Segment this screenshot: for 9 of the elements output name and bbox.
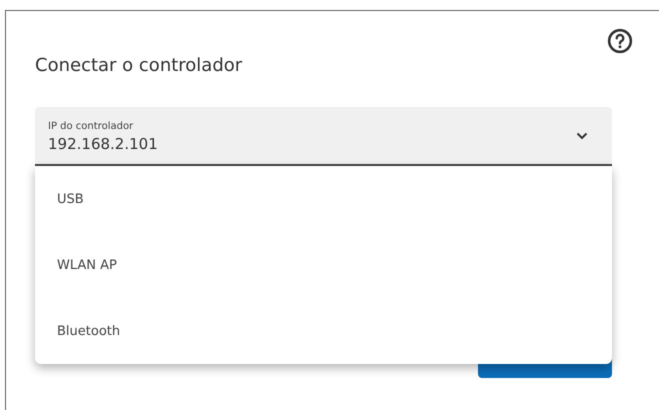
menu-option[interactable]: WLAN AP <box>35 232 612 298</box>
chevron-down-icon <box>576 132 588 140</box>
menu-option[interactable]: USB <box>35 166 612 232</box>
field-label: IP do controlador <box>48 120 134 132</box>
help-icon[interactable] <box>606 27 634 55</box>
ip-select-field[interactable]: IP do controlador 192.168.2.101 <box>35 107 612 166</box>
ip-value[interactable]: 192.168.2.101 <box>48 134 348 152</box>
menu-option[interactable]: Bluetooth <box>35 298 612 364</box>
dialog-title: Conectar o controlador <box>35 54 244 78</box>
